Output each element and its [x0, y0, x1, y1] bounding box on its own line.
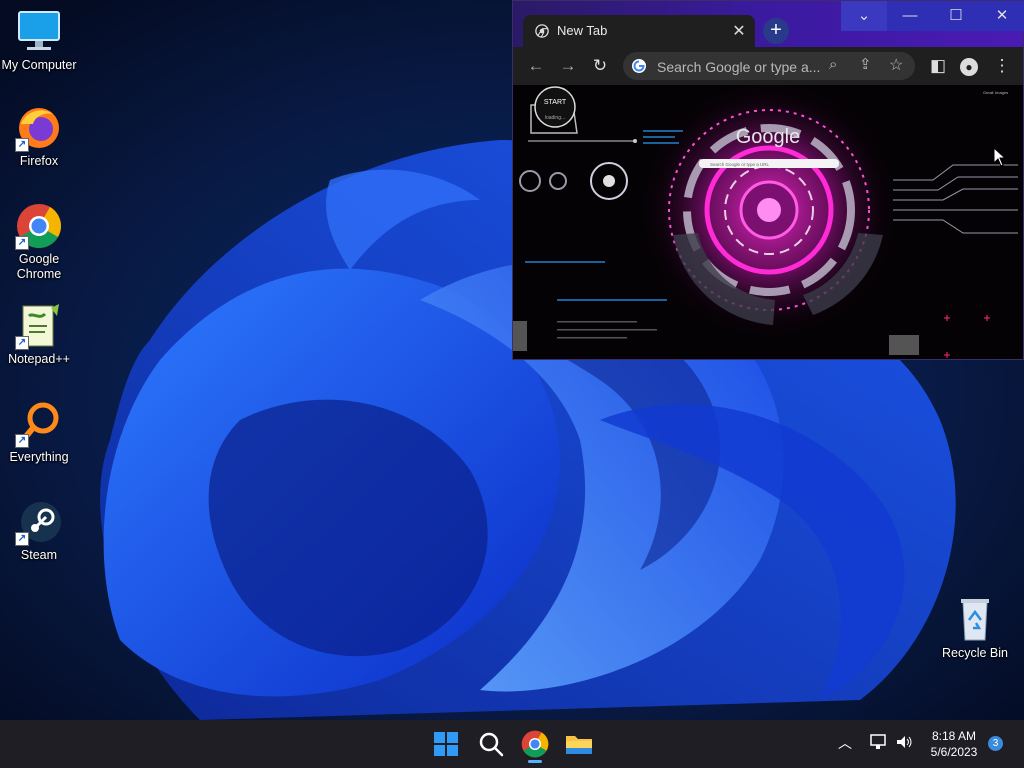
forward-button[interactable]: →	[557, 55, 579, 77]
back-button[interactable]: ←	[525, 55, 547, 77]
close-tab-icon[interactable]: ✕	[729, 21, 749, 41]
taskbar-file-explorer-button[interactable]	[563, 728, 595, 760]
network-icon[interactable]	[868, 732, 888, 752]
zoom-icon[interactable]: ⌕	[829, 56, 837, 73]
active-app-indicator	[528, 760, 542, 763]
desktop-icon-notepad-plus-plus[interactable]: ↗ Notepad++	[0, 302, 78, 367]
chevron-up-icon: ︿	[838, 735, 852, 751]
profile-avatar-icon: ●	[960, 58, 978, 76]
shortcut-arrow-icon: ↗	[15, 138, 29, 152]
search-button[interactable]	[475, 728, 507, 760]
chrome-favicon-icon	[535, 24, 549, 38]
omnibox-input[interactable]	[655, 57, 829, 77]
new-tab-page[interactable]: START loading... Google Search Google or…	[513, 85, 1023, 359]
ntp-search-placeholder: Search Google or type a URL	[710, 162, 770, 167]
desktop-icon-everything[interactable]: ↗ Everything	[0, 400, 78, 465]
side-panel-button[interactable]: ◧	[927, 55, 949, 77]
profile-button[interactable]: ●	[958, 55, 980, 77]
desktop-icon-firefox[interactable]: ↗ Firefox	[0, 104, 78, 169]
volume-icon[interactable]	[894, 732, 914, 752]
close-window-button[interactable]: ✕	[979, 1, 1024, 31]
desktop-icon-label: Recycle Bin	[942, 646, 1008, 660]
folder-icon	[566, 736, 592, 754]
start-label[interactable]: START	[544, 99, 567, 106]
more-vertical-icon: ⋮	[993, 56, 1011, 75]
minimize-icon: —	[902, 7, 918, 24]
shortcut-arrow-icon: ↗	[15, 532, 29, 546]
desktop-icon-label: Firefox	[19, 154, 59, 168]
taskbar: ︿ 8:18 AM 5/6/2023	[0, 720, 1024, 768]
clock[interactable]: 8:18 AM 5/6/2023	[920, 728, 988, 760]
desktop-icon-label: Google Chrome	[16, 252, 62, 281]
desktop-icon-recycle-bin[interactable]: Recycle Bin	[936, 596, 1014, 661]
arrow-right-icon: →	[559, 56, 577, 75]
reload-icon: ↻	[592, 56, 608, 75]
monitor-icon	[15, 8, 63, 56]
desktop-icon-google-chrome[interactable]: ↗ Google Chrome	[0, 202, 78, 282]
show-hidden-icons-button[interactable]: ︿	[838, 733, 852, 753]
desktop-icon-label: Everything	[9, 450, 69, 464]
windows-logo-icon	[434, 732, 458, 756]
desktop-icon-label: My Computer	[1, 58, 77, 72]
menu-button[interactable]: ⋮	[991, 55, 1013, 77]
google-g-icon	[632, 59, 646, 73]
shortcut-arrow-icon: ↗	[15, 336, 29, 350]
search-icon	[479, 732, 504, 757]
chevron-down-icon: ⌄	[857, 7, 871, 24]
maximize-button[interactable]: ☐	[933, 1, 979, 31]
arrow-left-icon: ←	[527, 56, 545, 75]
tab-new-tab[interactable]: New Tab ✕	[523, 15, 755, 47]
desktop-icon-label: Notepad++	[8, 352, 70, 366]
mouse-cursor-icon	[993, 147, 1007, 167]
minimize-button[interactable]: —	[887, 1, 933, 31]
chrome-icon: ↗	[15, 202, 63, 250]
chrome-icon	[521, 730, 549, 758]
tab-search-button[interactable]: ⌄	[841, 1, 887, 31]
desktop-icon-steam[interactable]: ↗ Steam	[0, 498, 78, 563]
desktop-icon-my-computer[interactable]: My Computer	[0, 8, 78, 73]
browser-toolbar: ← → ↻ ⌕ ⇪ ☆ ◧ ● ⋮	[513, 47, 1023, 85]
gmail-link[interactable]: Gmail	[983, 90, 994, 95]
notepad-plus-plus-icon: ↗	[15, 302, 63, 350]
bookmark-star-icon[interactable]: ☆	[889, 55, 903, 75]
desktop-icon-label: Steam	[20, 548, 58, 562]
new-tab-button[interactable]: +	[763, 18, 789, 44]
new-tab-theme-artwork: START loading... Google Search Google or…	[513, 85, 1023, 359]
firefox-icon: ↗	[15, 104, 63, 152]
shortcut-arrow-icon: ↗	[15, 236, 29, 250]
reload-button[interactable]: ↻	[589, 55, 611, 77]
tab-title: New Tab	[557, 23, 608, 38]
title-bar[interactable]: New Tab ✕ + ⌄ — ☐ ✕	[513, 1, 1024, 47]
maximize-icon: ☐	[949, 7, 963, 24]
taskbar-chrome-button[interactable]	[519, 728, 551, 763]
notification-badge[interactable]: 3	[988, 736, 1003, 751]
recycle-bin-icon	[951, 596, 999, 644]
share-icon[interactable]: ⇪	[859, 55, 872, 73]
side-panel-icon: ◧	[929, 56, 947, 75]
close-icon: ✕	[995, 7, 1009, 24]
chrome-window[interactable]: New Tab ✕ + ⌄ — ☐ ✕ ← → ↻ Search Google …	[512, 0, 1024, 360]
magnifier-icon: ↗	[15, 400, 63, 448]
omnibox[interactable]: ⌕ ⇪ ☆	[623, 52, 915, 80]
images-link[interactable]: Images	[995, 90, 1008, 95]
clock-date: 5/6/2023	[930, 745, 978, 759]
steam-icon: ↗	[15, 498, 63, 546]
clock-time: 8:18 AM	[931, 729, 977, 743]
shortcut-arrow-icon: ↗	[15, 434, 29, 448]
loading-label: loading...	[545, 115, 565, 121]
start-button[interactable]	[430, 728, 462, 760]
google-logo: Google	[736, 126, 801, 148]
